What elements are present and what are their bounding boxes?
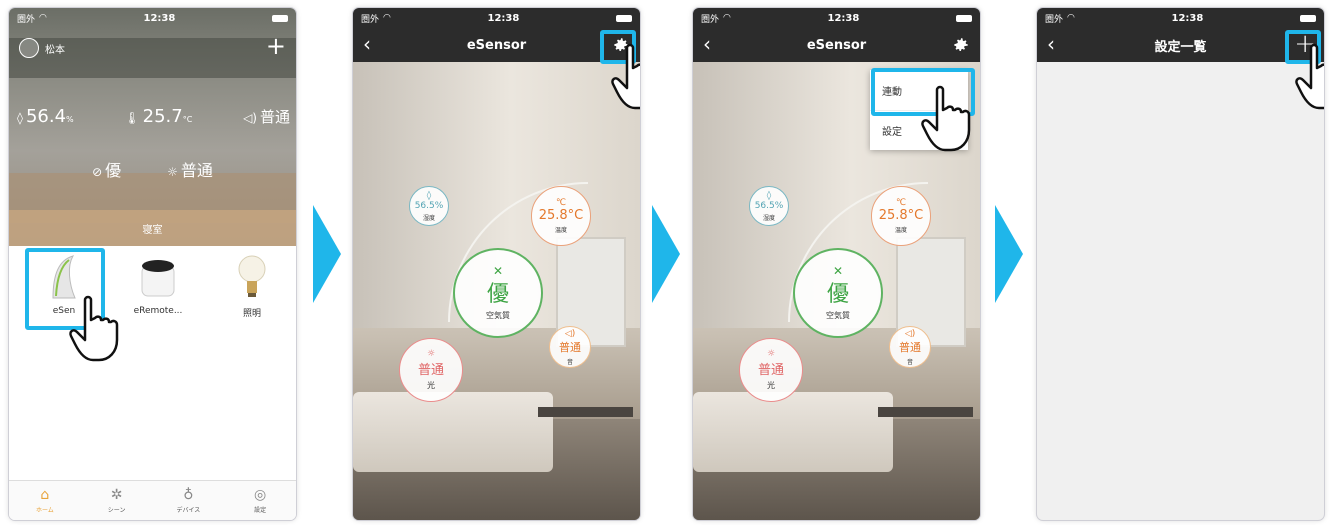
humidity-gauge[interactable]: ◊ 56.5% 湿度 (409, 186, 449, 226)
carrier-text: 圏外 (17, 14, 36, 25)
drop-icon: ◊ (426, 190, 432, 201)
humidity-gauge[interactable]: ◊ 56.5% 湿度 (749, 186, 789, 226)
status-bar: 圏外 ◠ 12:38 (9, 8, 296, 28)
tutorial-stage: 寝室 圏外 ◠ 12:38 松本 + ◊ 56.4% 🌡 25.7°C ◁) 普通 ⊘ 優… (0, 0, 1343, 525)
battery-icon (956, 14, 972, 22)
air-quality-value: 優 (105, 161, 122, 180)
speaker-icon: ◁) (243, 111, 257, 125)
speaker-icon: ◁) (904, 328, 916, 339)
status-bar: 圏外 ◠ 12:38 (353, 8, 640, 28)
drop-icon: ◊ (766, 190, 772, 201)
user-name: 松本 (45, 44, 65, 56)
battery-icon (1300, 14, 1316, 22)
next-arrow-icon (652, 205, 680, 303)
status-bar: 圏外 ◠ 12:38 (1037, 8, 1324, 28)
device-icon: ♁ (183, 487, 194, 503)
fan-icon: ✕ (492, 263, 504, 278)
phone-esensor-screen: 圏外 ◠ 12:38 ‹ eSensor ◊ 56.5% 湿度 ℃ 25.8°C 温度 ✕… (353, 8, 640, 520)
sensor-summary-row: ◊ 56.4% 🌡 25.7°C ◁) 普通 (17, 106, 290, 127)
page-title: eSensor (806, 37, 867, 53)
fan-icon: ✕ (832, 263, 844, 278)
light-value: 普通 (180, 161, 213, 180)
wifi-icon: ◠ (39, 13, 47, 23)
phone-esensor-menu-screen: 圏外 ◠ 12:38 ‹ eSensor ◊ 56.5% 湿度 ℃ 25.8°C 温度 ✕… (693, 8, 980, 520)
scene-icon: ✲ (110, 487, 123, 503)
page-title: 設定一覧 (1154, 39, 1207, 55)
light-gauge[interactable]: ☼ 普通光 (399, 338, 463, 402)
next-arrow-icon (313, 205, 341, 303)
nav-bar: ‹ eSensor (693, 28, 980, 62)
device-eremote[interactable]: eRemote... (117, 252, 199, 319)
sensor-summary-row-2: ⊘ 優 ☼ 普通 (9, 157, 296, 181)
thermometer-icon: ℃ (895, 198, 907, 208)
thermometer-icon: 🌡 (124, 111, 140, 125)
device-label: eRemote... (133, 306, 183, 316)
sound-gauge[interactable]: ◁) 普通音 (549, 326, 591, 368)
add-icon[interactable]: + (266, 32, 286, 60)
wifi-icon: ◠ (383, 13, 391, 23)
back-chevron-icon[interactable]: ‹ (363, 32, 371, 56)
speaker-icon: ◁) (564, 328, 576, 339)
device-label: 照明 (242, 309, 261, 319)
temperature-value: 25.7 (142, 106, 183, 127)
home-icon: ⌂ (40, 487, 50, 503)
tab-scene[interactable]: ✲ シーン (81, 481, 153, 520)
wifi-icon: ◠ (1067, 13, 1075, 23)
temperature-gauge[interactable]: ℃ 25.8°C 温度 (871, 186, 931, 246)
air-quality-gauge[interactable]: ✕ 優空気質 (793, 248, 883, 338)
user-profile[interactable]: 松本 (19, 38, 65, 58)
sound-value: 普通 (259, 108, 290, 126)
room-name: 寝室 (9, 210, 296, 246)
sun-icon: ☼ (426, 349, 436, 359)
leaf-icon: ⊘ (92, 165, 103, 179)
air-quality-gauge[interactable]: ✕ 優空気質 (453, 248, 543, 338)
avatar[interactable] (19, 38, 39, 58)
sun-icon: ☼ (167, 165, 178, 179)
phone-home-screen: 寝室 圏外 ◠ 12:38 松本 + ◊ 56.4% 🌡 25.7°C ◁) 普通 ⊘ 優… (9, 8, 296, 520)
sound-gauge[interactable]: ◁) 普通音 (889, 326, 931, 368)
tab-home[interactable]: ⌂ ホーム (9, 481, 81, 520)
light-gauge[interactable]: ☼ 普通光 (739, 338, 803, 402)
humidity-value: 56.4 (25, 106, 67, 127)
wifi-icon: ◠ (723, 13, 731, 23)
back-chevron-icon[interactable]: ‹ (703, 32, 711, 56)
clock: 12:38 (143, 12, 176, 24)
tap-hand-icon (921, 85, 971, 152)
back-chevron-icon[interactable]: ‹ (1047, 32, 1055, 56)
tab-bar: ⌂ ホーム ✲ シーン ♁ デバイス ◎ 設定 (9, 480, 296, 520)
nav-bar: ‹ eSensor (353, 28, 640, 62)
bulb-icon (227, 252, 277, 302)
battery-icon (272, 14, 288, 22)
sun-icon: ☼ (766, 349, 776, 359)
status-bar: 圏外 ◠ 12:38 (693, 8, 980, 28)
gear-icon[interactable] (952, 36, 970, 54)
device-light[interactable]: 照明 (211, 252, 293, 319)
tab-settings[interactable]: ◎ 設定 (224, 481, 296, 520)
humidity-icon: ◊ (17, 111, 23, 125)
tap-hand-icon (1295, 43, 1324, 110)
next-arrow-icon (995, 205, 1023, 303)
battery-icon (616, 14, 632, 22)
nav-bar: ‹ 設定一覧 + (1037, 28, 1324, 62)
phone-settings-list-screen: 圏外 ◠ 12:38 ‹ 設定一覧 + (1037, 8, 1324, 520)
tab-device[interactable]: ♁ デバイス (153, 481, 225, 520)
page-title: eSensor (466, 37, 527, 53)
temperature-gauge[interactable]: ℃ 25.8°C 温度 (531, 186, 591, 246)
thermometer-icon: ℃ (555, 198, 567, 208)
settings-icon: ◎ (254, 487, 267, 503)
tap-hand-icon (611, 43, 640, 110)
eremote-icon (133, 252, 183, 302)
tap-hand-icon (69, 295, 119, 362)
